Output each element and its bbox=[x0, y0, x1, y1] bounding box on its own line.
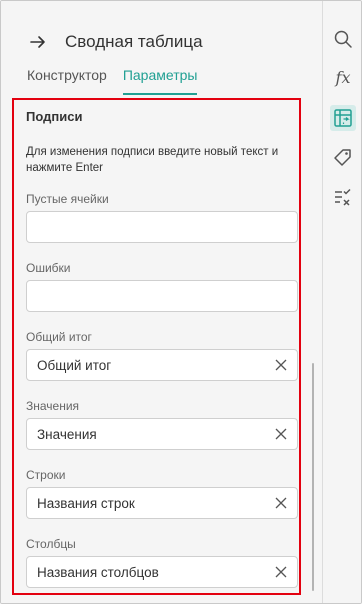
checklist-icon[interactable] bbox=[330, 185, 356, 211]
app-window: Сводная таблица Конструктор Параметры По… bbox=[0, 0, 362, 604]
errors-input[interactable] bbox=[26, 280, 298, 312]
values-label: Значения bbox=[26, 399, 80, 413]
right-toolbar: fx bbox=[322, 1, 361, 603]
columns-label: Столбцы bbox=[26, 537, 76, 551]
tag-icon[interactable] bbox=[330, 145, 356, 171]
close-icon[interactable] bbox=[273, 357, 289, 373]
columns-input[interactable]: Названия столбцов bbox=[26, 556, 298, 588]
columns-value: Названия столбцов bbox=[37, 564, 159, 580]
search-icon[interactable] bbox=[330, 26, 356, 52]
empty-cells-label: Пустые ячейки bbox=[26, 192, 109, 206]
function-label: fx bbox=[335, 67, 351, 87]
pivot-table-icon[interactable] bbox=[330, 105, 356, 131]
section-hint: Для изменения подписи введите новый текс… bbox=[26, 146, 279, 174]
close-icon[interactable] bbox=[273, 564, 289, 580]
arrow-right-icon[interactable] bbox=[29, 33, 47, 51]
grand-total-value: Общий итог bbox=[37, 357, 112, 373]
panel-header: Сводная таблица bbox=[29, 29, 203, 55]
rows-value: Названия строк bbox=[37, 495, 135, 511]
close-icon[interactable] bbox=[273, 495, 289, 511]
panel-title: Сводная таблица bbox=[65, 32, 203, 51]
grand-total-input[interactable]: Общий итог bbox=[26, 349, 298, 381]
pivot-table-panel: Сводная таблица Конструктор Параметры По… bbox=[1, 1, 322, 603]
tab-designer[interactable]: Конструктор bbox=[27, 67, 107, 95]
scrollbar[interactable] bbox=[312, 363, 314, 591]
rows-label: Строки bbox=[26, 468, 66, 482]
grand-total-label: Общий итог bbox=[26, 330, 92, 344]
close-icon[interactable] bbox=[273, 426, 289, 442]
values-input[interactable]: Значения bbox=[26, 418, 298, 450]
panel-tabs: Конструктор Параметры bbox=[27, 67, 213, 95]
errors-label: Ошибки bbox=[26, 261, 71, 275]
tab-parameters[interactable]: Параметры bbox=[122, 67, 198, 95]
empty-cells-input[interactable] bbox=[26, 211, 298, 243]
section-title: Подписи bbox=[26, 109, 83, 124]
values-value: Значения bbox=[37, 426, 97, 442]
function-icon[interactable]: fx bbox=[330, 64, 356, 90]
rows-input[interactable]: Названия строк bbox=[26, 487, 298, 519]
